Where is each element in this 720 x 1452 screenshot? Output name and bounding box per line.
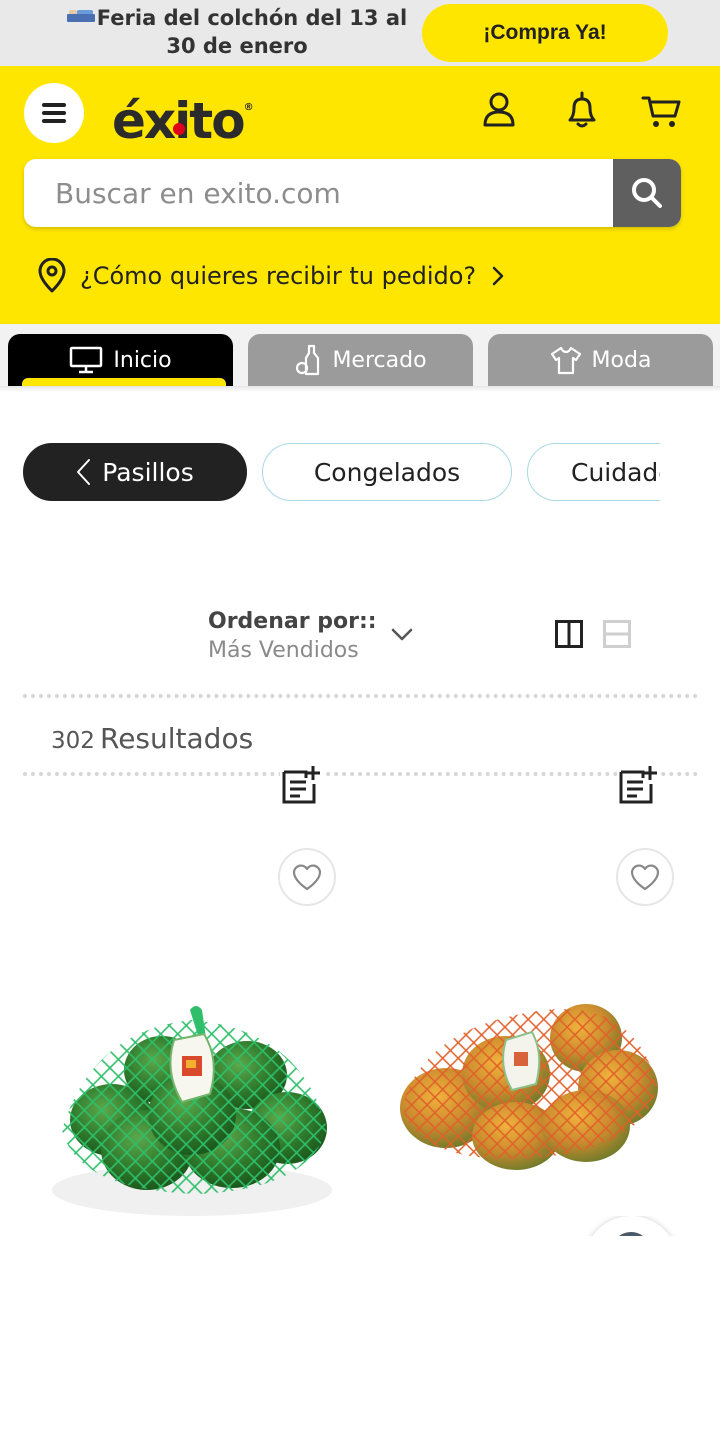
chevron-left-icon: [77, 459, 91, 485]
chip-congelados[interactable]: Congelados: [262, 443, 512, 501]
chip-label: Cuidado: [571, 457, 660, 487]
menu-button[interactable]: [24, 83, 84, 143]
tab-label: Mercado: [332, 347, 427, 373]
search-input[interactable]: [24, 159, 613, 227]
tabs-shadow: [0, 386, 720, 392]
logo-registered-mark: ®: [243, 102, 254, 113]
buy-now-button[interactable]: ¡Compra Ya!: [422, 4, 668, 62]
promo-text: Feria del colchón del 13 al 30 de enero: [96, 6, 408, 58]
exito-logo[interactable]: éxito®: [112, 76, 254, 153]
heart-icon: [630, 864, 660, 891]
search-button[interactable]: [613, 159, 681, 227]
chat-support-button[interactable]: [584, 1216, 678, 1236]
promo-text-block: Feria del colchón del 13 al 30 de enero: [64, 4, 410, 60]
page-bottom: [0, 1236, 720, 1452]
logo-dot: [173, 123, 185, 135]
search-icon: [632, 178, 662, 208]
grid-view-icon[interactable]: [555, 620, 583, 648]
chevron-down-icon: [391, 628, 413, 641]
chip-label: Congelados: [313, 457, 461, 487]
user-icon[interactable]: [477, 88, 521, 132]
delivery-selector[interactable]: ¿Cómo quieres recibir tu pedido?: [36, 256, 510, 296]
results-number: 302: [51, 728, 95, 754]
chevron-right-icon: [492, 266, 504, 286]
tab-inicio[interactable]: Inicio: [8, 334, 233, 386]
delivery-prompt: ¿Cómo quieres recibir tu pedido?: [80, 262, 477, 290]
aisle-chips: Pasillos Congelados Cuidado: [23, 443, 660, 501]
location-pin-icon: [38, 258, 66, 293]
product-card[interactable]: [340, 764, 680, 1236]
monitor-icon: [69, 346, 103, 374]
chip-pasillos[interactable]: Pasillos: [23, 443, 247, 501]
chip-cuidado[interactable]: Cuidado: [527, 443, 660, 501]
divider: [23, 694, 698, 698]
heart-icon: [292, 864, 322, 891]
cart-icon[interactable]: [640, 88, 684, 132]
product-image-lemons[interactable]: [42, 1000, 340, 1228]
tab-label: Inicio: [113, 347, 172, 373]
tab-moda[interactable]: Moda: [488, 334, 713, 386]
favorite-button[interactable]: [278, 848, 336, 906]
chip-label: Pasillos: [102, 457, 194, 487]
menu-icon: [42, 103, 66, 123]
tab-mercado[interactable]: Mercado: [248, 334, 473, 386]
sort-selector[interactable]: Ordenar por:: Más Vendidos: [208, 608, 413, 666]
tab-label: Moda: [591, 347, 652, 373]
active-tab-indicator: [22, 378, 226, 386]
bottle-icon: [294, 344, 322, 376]
list-view-icon[interactable]: [603, 620, 631, 648]
promo-banner: Feria del colchón del 13 al 30 de enero …: [0, 0, 720, 66]
product-card[interactable]: [0, 764, 340, 1236]
favorite-button[interactable]: [616, 848, 674, 906]
sort-value: Más Vendidos: [208, 638, 359, 663]
results-label: Resultados: [100, 722, 254, 755]
site-header: éxito® ¿Cómo quieres recibir tu pedido?: [0, 66, 720, 324]
results-count: 302 Resultados: [51, 722, 253, 755]
bed-icon: [66, 8, 95, 22]
sort-label: Ordenar por::: [208, 609, 377, 634]
category-tabs: Inicio Mercado Moda: [0, 324, 720, 386]
product-image-mangoes[interactable]: [396, 996, 664, 1176]
add-to-list-icon[interactable]: [280, 764, 322, 806]
shirt-icon: [550, 345, 582, 375]
bell-icon[interactable]: [560, 88, 604, 132]
search-bar: [24, 159, 681, 227]
add-to-list-icon[interactable]: [617, 764, 659, 806]
logo-text: éxito: [112, 92, 246, 150]
